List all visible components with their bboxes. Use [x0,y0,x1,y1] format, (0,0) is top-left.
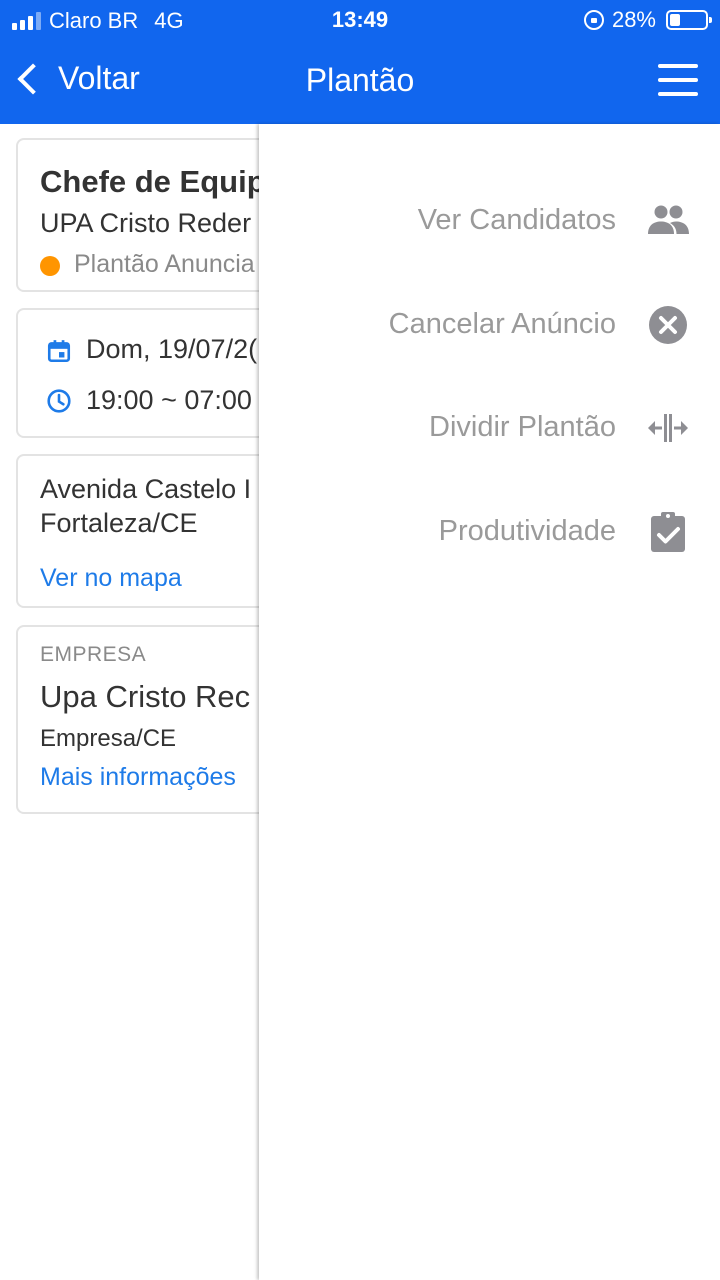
menu-item-label: Produtividade [438,515,616,547]
company-name: Upa Cristo Rec [40,679,251,714]
battery-fill [670,14,680,26]
menu-item-cancelar-anuncio[interactable]: Cancelar Anúncio [259,290,720,360]
company-city: Empresa/CE [40,725,177,752]
menu-item-label: Dividir Plantão [429,411,616,443]
menu-item-produtividade[interactable]: Produtividade [259,497,720,567]
hamburger-line [658,92,698,96]
back-button[interactable]: Voltar [14,60,140,97]
cancel-circle-icon [649,306,687,344]
menu-item-label: Ver Candidatos [417,204,616,236]
back-label: Voltar [58,60,140,96]
battery-icon [666,10,712,30]
shift-status: Plantão Anuncia [74,250,255,278]
status-dot-icon [40,256,60,276]
menu-item-ver-candidatos[interactable]: Ver Candidatos [259,186,720,256]
menu-item-dividir-plantao[interactable]: Dividir Plantão [259,393,720,463]
calendar-icon [47,340,71,363]
shift-date: Dom, 19/07/2( [86,334,258,364]
split-arrows-icon [648,414,688,442]
shift-unit: UPA Cristo Reder [40,208,252,238]
more-info-link[interactable]: Mais informações [40,763,236,792]
menu-item-label: Cancelar Anúncio [388,308,616,340]
address-line-1: Avenida Castelo I [40,474,252,504]
hamburger-line [658,78,698,82]
view-map-link[interactable]: Ver no mapa [40,564,182,593]
menu-button[interactable] [658,64,698,96]
clock-icon [47,389,71,413]
company-label: EMPRESA [40,643,147,666]
battery-percent: 28% [611,7,656,32]
shift-role: Chefe de Equip [40,164,266,199]
chevron-left-icon [17,62,49,95]
shift-hours: 19:00 ~ 07:00 [86,385,252,415]
rotation-lock-icon [583,10,604,30]
nav-bar: Voltar Plantão [0,40,720,124]
top-bar: Claro BR 4G 13:49 28% Voltar Plantão [0,0,720,124]
address-line-2: Fortaleza/CE [40,508,198,538]
status-bar: Claro BR 4G 13:49 28% [0,0,720,40]
hamburger-line [658,64,698,68]
clipboard-check-icon [651,512,685,552]
side-drawer: Ver Candidatos Cancelar Anúncio Dividir … [259,124,720,1280]
people-icon [648,205,689,234]
status-right: 28% [583,7,712,33]
